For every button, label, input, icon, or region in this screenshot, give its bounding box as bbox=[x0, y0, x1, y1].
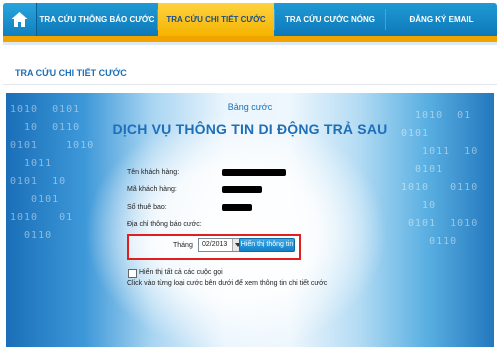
show-all-calls-checkbox[interactable] bbox=[128, 269, 137, 278]
tab-dang-ky-email[interactable]: ĐĂNG KÝ EMAIL bbox=[386, 3, 497, 36]
redacted-customer-id bbox=[222, 186, 262, 193]
home-icon bbox=[11, 12, 28, 27]
tab-tra-cuu-thong-bao-cuoc[interactable]: TRA CỨU THÔNG BÁO CƯỚC bbox=[37, 3, 157, 36]
title-divider bbox=[3, 84, 497, 85]
redacted-subscriber-number bbox=[222, 204, 252, 211]
home-button[interactable] bbox=[3, 3, 37, 36]
panel-heading: DỊCH VỤ THÔNG TIN DI ĐỘNG TRẢ SAU bbox=[112, 121, 388, 137]
show-info-button[interactable]: Hiển thị thông tin bbox=[239, 238, 295, 252]
nav-shadow bbox=[3, 42, 497, 45]
tab-tra-cuu-chi-tiet-cuoc[interactable]: TRA CỨU CHI TIẾT CƯỚC bbox=[158, 3, 274, 36]
customer-id-label: Mã khách hàng: bbox=[127, 186, 177, 193]
month-label: Tháng bbox=[173, 242, 193, 249]
instruction-text: Click vào từng loại cước bên dưới để xem… bbox=[127, 280, 328, 287]
redacted-customer-name bbox=[222, 169, 286, 176]
month-value: 02/2013 bbox=[202, 241, 228, 248]
bill-panel: 1010 0101 10 0110 0101 1010 1011 0101 10… bbox=[6, 93, 494, 347]
billing-address-label: Địa chỉ thông báo cước: bbox=[127, 221, 202, 228]
subscriber-number-label: Số thuê bao: bbox=[127, 204, 167, 211]
show-all-calls-label: Hiển thị tất cả các cuộc gọi bbox=[139, 269, 223, 276]
tab-tra-cuu-cuoc-nong[interactable]: TRA CỨU CƯỚC NÓNG bbox=[275, 3, 385, 36]
customer-name-label: Tên khách hàng: bbox=[127, 169, 180, 176]
month-select[interactable]: 02/2013 bbox=[198, 238, 244, 252]
top-navigation: TRA CỨU THÔNG BÁO CƯỚC TRA CỨU CHI TIẾT … bbox=[3, 3, 497, 36]
page-title: TRA CỨU CHI TIẾT CƯỚC bbox=[15, 68, 127, 78]
panel-caption: Bảng cước bbox=[227, 102, 273, 112]
